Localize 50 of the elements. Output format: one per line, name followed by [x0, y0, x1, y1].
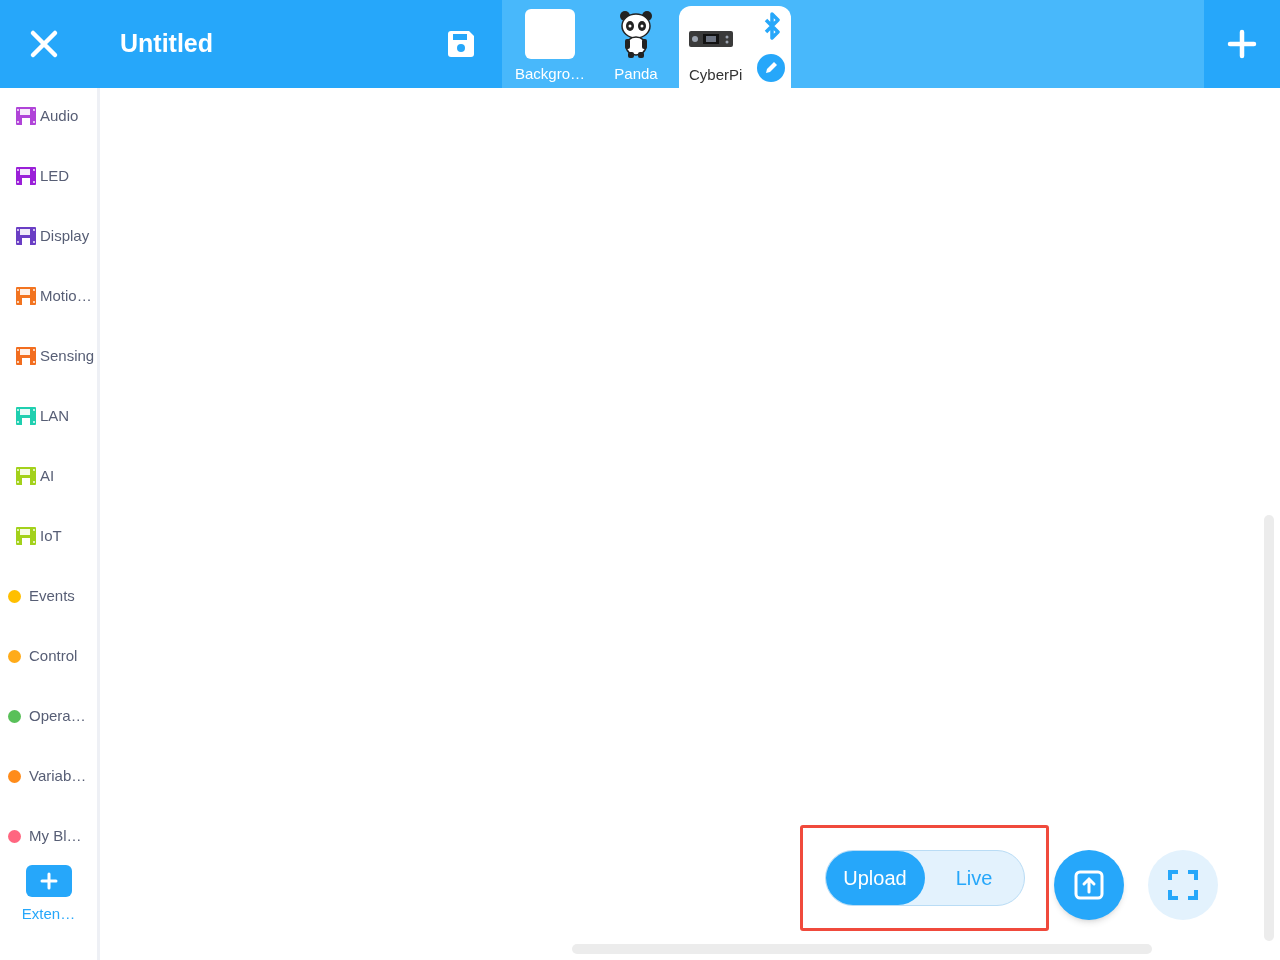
category-label: LED: [40, 166, 70, 186]
device-block-icon: [16, 467, 36, 486]
category-item[interactable]: AI: [16, 465, 55, 488]
plus-icon: [1227, 29, 1257, 59]
plus-icon: [39, 872, 58, 890]
category-label: LAN: [40, 406, 70, 426]
category-label: Display: [40, 226, 90, 246]
category-item[interactable]: Audio: [16, 105, 79, 128]
device-block-icon: [16, 287, 36, 306]
close-icon: [29, 29, 59, 59]
sprite-label: Panda: [614, 64, 658, 84]
backdrop-thumbnail: [525, 9, 575, 59]
category-label: Sensing: [40, 346, 95, 366]
category-label: Events: [29, 586, 75, 606]
category-label: Opera…: [29, 706, 86, 726]
category-item[interactable]: Variab…: [8, 765, 87, 788]
upload-icon: [1073, 869, 1105, 901]
category-item[interactable]: IoT: [16, 525, 62, 548]
save-icon: [445, 28, 477, 60]
add-extension-button[interactable]: [25, 865, 72, 897]
upload-button[interactable]: [1054, 850, 1124, 920]
category-item[interactable]: LAN: [16, 405, 70, 428]
category-item[interactable]: Control: [8, 645, 78, 668]
category-item[interactable]: Events: [8, 585, 75, 608]
category-item[interactable]: Display: [16, 225, 90, 248]
sprite-tab[interactable]: CyberPi: [679, 6, 791, 88]
category-label: Audio: [40, 106, 79, 126]
category-label: Variab…: [29, 766, 87, 786]
fullscreen-icon: [1167, 869, 1199, 901]
device-block-icon: [16, 107, 36, 126]
sprite-label: Backgro…: [515, 64, 585, 84]
panda-icon: [618, 9, 654, 59]
category-label: My Bl…: [29, 826, 82, 846]
category-item[interactable]: LED: [16, 165, 70, 188]
device-block-icon: [16, 527, 36, 546]
category-item[interactable]: Sensing: [16, 345, 95, 368]
device-block-icon: [16, 167, 36, 186]
category-label: Motio…: [40, 286, 92, 306]
sprite-label: CyberPi: [689, 65, 743, 85]
category-item[interactable]: Motio…: [16, 285, 92, 308]
category-label: AI: [40, 466, 55, 486]
category-item[interactable]: My Bl…: [8, 825, 82, 848]
category-label: IoT: [40, 526, 62, 546]
device-icon: [689, 29, 733, 49]
category-label: Control: [29, 646, 78, 666]
category-item[interactable]: Opera…: [8, 705, 86, 728]
device-block-icon: [16, 407, 36, 426]
device-block-icon: [16, 347, 36, 366]
edit-icon[interactable]: [757, 54, 785, 82]
device-block-icon: [16, 227, 36, 246]
